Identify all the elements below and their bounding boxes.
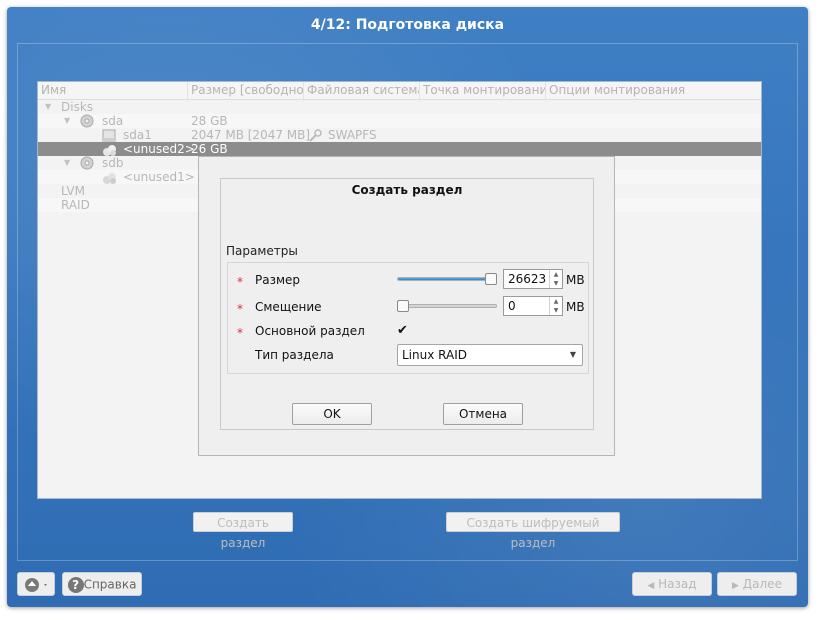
parameters-group-label: Параметры <box>226 244 298 258</box>
row-name: RAID <box>61 198 90 212</box>
back-button[interactable]: ◀ Назад <box>632 572 712 596</box>
spin-arrows-icon[interactable]: ▲ ▼ <box>549 297 562 315</box>
size-value: 26623 <box>508 272 547 286</box>
collapse-arrow-icon[interactable]: ▼ <box>45 100 51 114</box>
create-partition-dialog: Создать раздел Параметры * Размер 26623 … <box>198 156 615 456</box>
row-name: <unused1> <box>123 170 195 184</box>
cancel-button[interactable]: Отмена <box>443 403 523 425</box>
spin-arrows-icon[interactable]: ▲ ▼ <box>549 270 562 288</box>
required-mark: * <box>237 302 243 316</box>
next-label: Далее <box>742 577 782 591</box>
dialog-panel: Создать раздел Параметры * Размер 26623 … <box>220 178 594 430</box>
column-filesystem[interactable]: Файловая система <box>304 82 420 99</box>
tree-row-disks[interactable]: ▼ Disks <box>38 100 761 114</box>
row-name: sda1 <box>123 128 152 142</box>
free-space-icon <box>102 142 118 157</box>
tree-header: Имя Размер [свободно] Файловая система Т… <box>38 82 761 100</box>
row-name: sda <box>102 114 124 128</box>
collapse-arrow-icon[interactable]: ▼ <box>64 114 70 128</box>
offset-value: 0 <box>508 299 516 313</box>
ok-button[interactable]: OK <box>292 403 372 425</box>
partition-type-value: Linux RAID <box>402 348 467 362</box>
partition-icon <box>102 128 116 142</box>
size-slider[interactable] <box>397 277 497 281</box>
column-mountpoint[interactable]: Точка монтирования <box>420 82 546 99</box>
wrench-icon <box>308 128 322 142</box>
tree-row-sda1[interactable]: sda1 2047 MB [2047 MB] SWAPFS <box>38 128 761 142</box>
help-label: Справка <box>83 577 137 592</box>
partition-type-label: Тип раздела <box>255 348 334 362</box>
chevron-right-icon: ▶ <box>732 581 739 591</box>
chevron-left-icon: ◀ <box>647 581 655 591</box>
required-mark: * <box>237 275 243 289</box>
offset-slider-handle[interactable] <box>397 300 409 312</box>
offset-spinbox[interactable]: 0 ▲ ▼ <box>503 296 563 316</box>
size-slider-handle[interactable] <box>485 273 497 285</box>
chevron-down-icon: ▼ <box>569 350 576 359</box>
offset-slider[interactable] <box>397 304 497 308</box>
dialog-title: Создать раздел <box>351 183 463 197</box>
row-name: LVM <box>61 184 85 198</box>
create-encrypted-partition-button[interactable]: Создать шифруемый раздел <box>446 512 620 550</box>
row-name: Disks <box>61 100 94 114</box>
column-mount-options[interactable]: Опции монтирования <box>546 82 759 99</box>
window-title: 4/12: Подготовка диска <box>310 17 505 33</box>
row-name: sdb <box>102 156 124 170</box>
column-size[interactable]: Размер [свободно] <box>188 82 304 99</box>
collapse-arrow-icon[interactable]: ▼ <box>64 156 70 170</box>
hard-disk-icon <box>80 113 94 128</box>
primary-partition-checkbox[interactable]: ✔ <box>397 324 410 337</box>
hard-disk-icon <box>80 155 94 170</box>
free-space-icon <box>102 170 118 185</box>
tree-row-sda[interactable]: ▼ sda 28 GB <box>38 114 761 128</box>
row-size: 28 GB <box>191 114 228 128</box>
size-label: Размер <box>255 273 301 287</box>
help-icon: ? <box>67 576 84 593</box>
primary-partition-label: Основной раздел <box>255 324 365 338</box>
help-button[interactable]: ? Справка <box>62 572 142 596</box>
parameters-group: * Размер 26623 ▲ ▼ MB * Смещение 0 ▲ ▼ MB <box>227 262 589 374</box>
partition-type-combobox[interactable]: Linux RAID ▼ <box>397 344 583 366</box>
size-unit: MB <box>566 273 585 287</box>
size-spinbox[interactable]: 26623 ▲ ▼ <box>503 269 563 289</box>
next-button[interactable]: ▶ Далее <box>717 572 797 596</box>
up-menu-button[interactable] <box>17 572 55 596</box>
row-size: 2047 MB [2047 MB] <box>191 128 311 142</box>
back-label: Назад <box>658 577 697 591</box>
create-partition-button[interactable]: Создать раздел <box>193 512 293 550</box>
tree-row-unused2[interactable]: <unused2> 26 GB <box>38 142 761 156</box>
offset-label: Смещение <box>255 300 322 314</box>
column-name[interactable]: Имя <box>38 82 188 99</box>
required-mark: * <box>237 326 243 340</box>
offset-unit: MB <box>566 300 585 314</box>
row-size: 26 GB <box>191 142 228 156</box>
size-slider-fill <box>398 278 496 280</box>
row-name: <unused2> <box>123 142 195 156</box>
arrow-up-icon <box>25 577 47 592</box>
row-filesystem: SWAPFS <box>328 128 377 142</box>
